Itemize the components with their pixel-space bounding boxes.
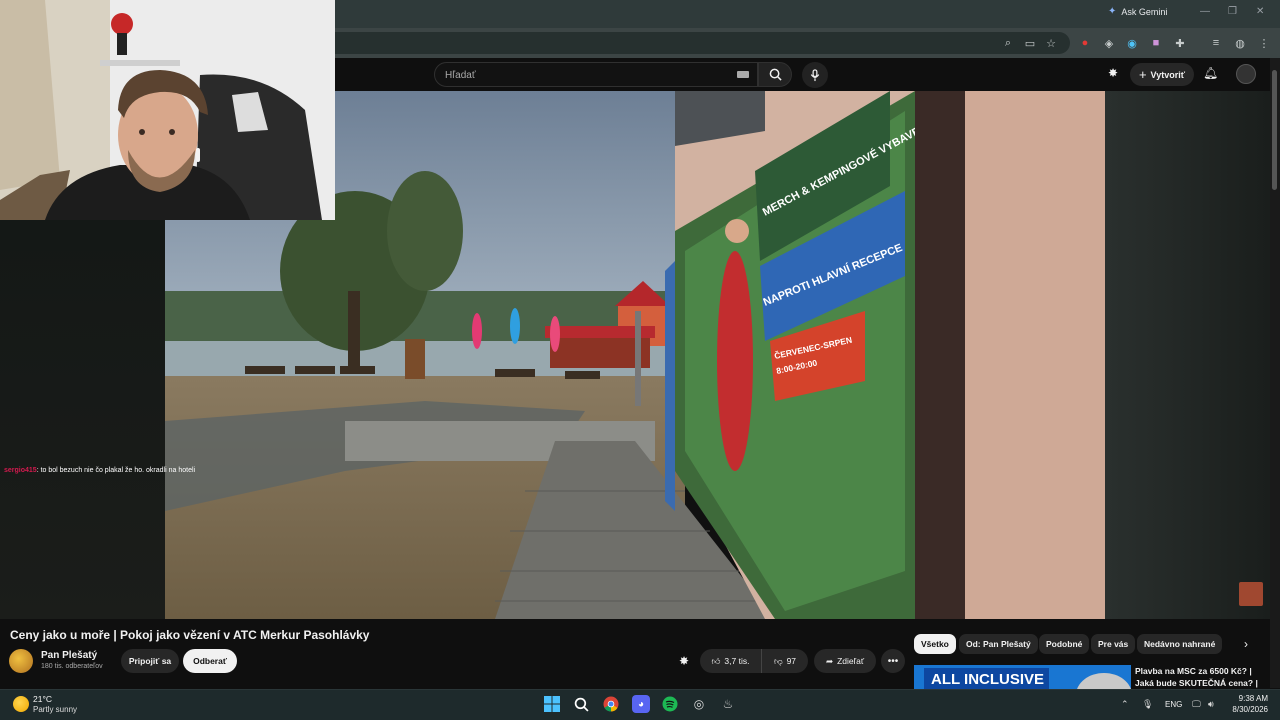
weather-description[interactable]: Partly sunny	[33, 705, 77, 714]
webcam-overlay	[0, 0, 335, 220]
more-actions-button[interactable]: •••	[881, 649, 905, 673]
create-label: Vytvoriť	[1150, 69, 1186, 80]
keyboard-icon[interactable]	[737, 71, 749, 78]
cast-icon[interactable]: ▭	[1022, 35, 1038, 51]
like-button[interactable]: 👍︎ 3,7 tis.	[700, 649, 762, 673]
steam-icon[interactable]: ♨	[719, 695, 737, 713]
chat-message-text: : to bol bezuch nie čo plakal že ho. okr…	[36, 467, 196, 474]
minimize-button[interactable]: —	[1200, 6, 1210, 17]
extension-purple-icon[interactable]: ■	[1148, 35, 1164, 51]
account-avatar[interactable]	[1236, 64, 1256, 84]
channel-avatar[interactable]	[9, 649, 33, 673]
ask-gemini-label: Ask Gemini	[1121, 6, 1168, 17]
thumbnail-text: ALL INCLUSIVE	[931, 671, 1044, 688]
search-input[interactable]	[445, 67, 725, 83]
gear-icon[interactable]: ✸	[1108, 66, 1118, 80]
windows-start-icon[interactable]	[543, 695, 561, 713]
maximize-button[interactable]: ❐	[1228, 6, 1237, 17]
like-dislike-group: 👍︎ 3,7 tis. 👎︎ 97	[700, 649, 808, 673]
volume-icon[interactable]: 🔊︎	[1208, 699, 1214, 710]
create-button[interactable]: + Vytvoriť	[1130, 63, 1194, 86]
extensions-puzzle-icon[interactable]: ✚	[1172, 35, 1188, 51]
address-bar[interactable]	[300, 32, 1070, 54]
subscribe-button[interactable]: Odberať	[183, 649, 237, 673]
recommendation-thumbnail-image: ALL INCLUSIVE	[914, 665, 1131, 689]
microphone-icon[interactable]: 🎙︎	[1142, 699, 1153, 710]
taskbar-search-glyph	[574, 697, 589, 712]
join-button[interactable]: Pripojiť sa	[121, 649, 179, 673]
video-blur-left	[0, 220, 165, 620]
thumbs-down-icon: 👎︎	[773, 655, 783, 666]
chrome-logo	[603, 696, 619, 712]
share-arrow-icon: ➦	[825, 655, 834, 666]
subscriber-count: 180 tis. odberateľov	[41, 663, 103, 670]
discord-icon[interactable]: ◕	[632, 695, 650, 713]
windows-logo	[544, 696, 560, 712]
notifications-bell-icon[interactable]: 🔔︎	[1203, 66, 1218, 80]
share-label: Zdieľať	[837, 656, 865, 666]
chevron-right-icon[interactable]: ›	[1236, 634, 1256, 654]
chat-username: sergio415	[4, 467, 37, 474]
video-blur-right	[1105, 91, 1270, 619]
gear-icon[interactable]: ✸	[679, 654, 689, 668]
weather-temperature[interactable]: 21°C	[33, 694, 52, 704]
channel-name[interactable]: Pan Plešatý	[41, 650, 97, 661]
search-icon	[769, 68, 782, 81]
recommendation-title[interactable]: Plavba na MSC za 6500 Kč? | Jaká bude SK…	[1135, 665, 1270, 689]
bookmark-star-icon[interactable]: ☆	[1043, 35, 1059, 51]
gemini-spark-icon: ✦	[1108, 6, 1117, 17]
chevron-up-icon[interactable]: ⌃	[1121, 699, 1129, 710]
chip-recently-uploaded[interactable]: Nedávno nahrané	[1137, 634, 1223, 654]
obs-icon[interactable]: ◎	[690, 695, 708, 713]
profile-avatar-icon[interactable]: ◍	[1232, 35, 1248, 51]
extension-grey-icon[interactable]: ◈	[1101, 35, 1117, 51]
network-icon[interactable]: 🖵︎	[1192, 699, 1201, 710]
share-button[interactable]: ➦ Zdieľať	[814, 649, 876, 673]
clock-date[interactable]: 8/30/2026	[1218, 705, 1268, 714]
chat-message: sergio415: to bol bezuch nie čo plakal ž…	[4, 467, 195, 474]
media-control-icon[interactable]: ≡	[1208, 35, 1224, 51]
video-title: Ceny jako u moře | Pokoj jako vězení v A…	[10, 628, 370, 642]
chip-from-channel[interactable]: Od: Pan Plešatý	[959, 634, 1038, 654]
microphone-icon	[810, 68, 820, 81]
search-box	[434, 62, 758, 87]
scrollbar-thumb[interactable]	[1272, 70, 1277, 190]
clock-time[interactable]: 9:38 AM	[1226, 694, 1268, 703]
input-language[interactable]: ENG	[1165, 700, 1182, 709]
chip-for-you[interactable]: Pre vás	[1091, 634, 1136, 654]
webcam-image	[0, 0, 335, 220]
voice-search-button[interactable]	[802, 62, 828, 88]
thumbs-up-icon: 👍︎	[711, 655, 721, 666]
spotify-logo	[662, 696, 678, 712]
recommendation-thumbnail[interactable]: ALL INCLUSIVE	[914, 665, 1131, 689]
spotify-icon[interactable]	[661, 695, 679, 713]
chrome-icon[interactable]	[602, 695, 620, 713]
dislike-count: 97	[786, 656, 797, 666]
extension-red-icon[interactable]: ●	[1077, 35, 1093, 51]
extension-audio-icon[interactable]: ◉	[1124, 35, 1140, 51]
search-button[interactable]	[758, 62, 792, 87]
chip-related[interactable]: Podobné	[1039, 634, 1090, 654]
like-count: 3,7 tis.	[724, 656, 750, 666]
plus-icon: +	[1138, 67, 1147, 82]
zoom-icon[interactable]: ⌕	[1000, 35, 1016, 51]
close-window-button[interactable]: ✕	[1256, 6, 1264, 17]
browser-menu-icon[interactable]: ⋮	[1256, 35, 1272, 51]
ask-gemini-button[interactable]: ✦ Ask Gemini	[1108, 6, 1167, 17]
weather-sun-icon[interactable]	[13, 696, 29, 712]
channel-logo-watermark[interactable]	[1239, 582, 1263, 606]
search-icon[interactable]	[572, 695, 590, 713]
dislike-button[interactable]: 👎︎ 97	[762, 649, 808, 673]
chip-all[interactable]: Všetko	[914, 634, 956, 654]
